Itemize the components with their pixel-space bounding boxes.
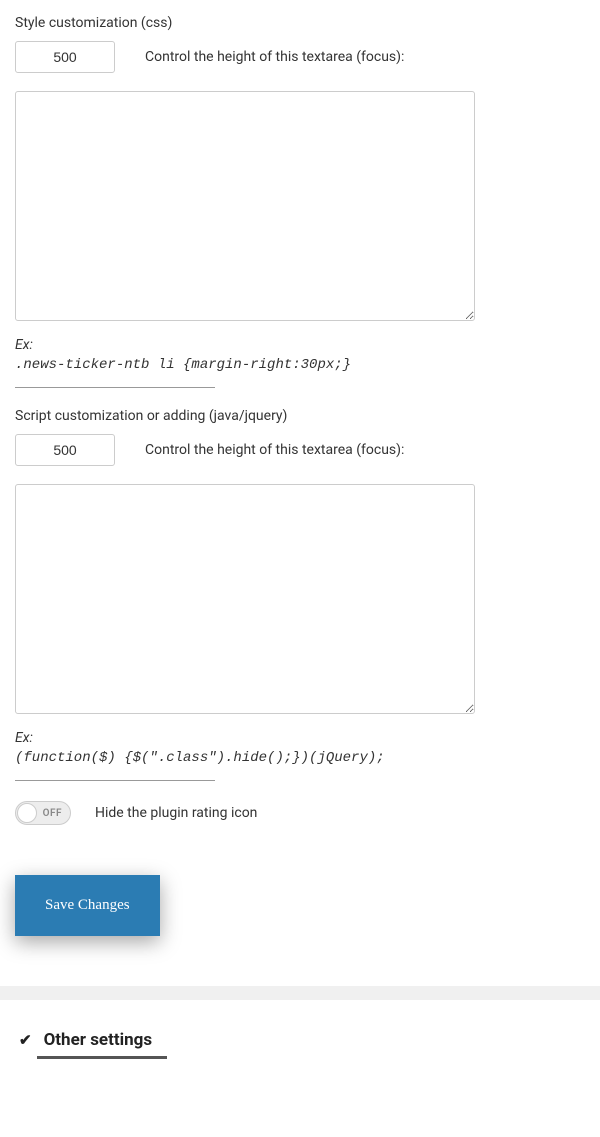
- save-changes-button[interactable]: Save Changes: [15, 875, 160, 936]
- divider: [15, 780, 215, 781]
- rating-toggle-row: OFF Hide the plugin rating icon: [15, 801, 585, 825]
- script-height-input[interactable]: [15, 434, 115, 466]
- script-textarea[interactable]: [15, 484, 475, 714]
- toggle-knob: [17, 803, 37, 823]
- hide-rating-toggle[interactable]: OFF: [15, 801, 71, 825]
- css-example-code: .news-ticker-ntb li {margin-right:30px;}: [15, 357, 585, 373]
- other-settings-title: Other settings: [44, 1030, 153, 1050]
- other-settings-header[interactable]: ✔ Other settings: [15, 1030, 585, 1050]
- toggle-state-text: OFF: [43, 808, 62, 819]
- divider: [15, 387, 215, 388]
- other-settings-underline: [37, 1056, 167, 1059]
- css-height-hint: Control the height of this textarea (foc…: [145, 49, 404, 65]
- css-customization-label: Style customization (css): [15, 15, 585, 31]
- script-example-label: Ex:: [15, 730, 585, 746]
- script-height-row: Control the height of this textarea (foc…: [15, 434, 585, 466]
- hide-rating-label: Hide the plugin rating icon: [95, 805, 257, 821]
- script-example-code: (function($) {$(".class").hide();})(jQue…: [15, 750, 585, 766]
- css-textarea[interactable]: [15, 91, 475, 321]
- script-height-hint: Control the height of this textarea (foc…: [145, 442, 404, 458]
- section-gap: [0, 986, 600, 1000]
- css-example-label: Ex:: [15, 337, 585, 353]
- script-customization-label: Script customization or adding (java/jqu…: [15, 408, 585, 424]
- check-icon: ✔: [19, 1031, 32, 1049]
- css-height-row: Control the height of this textarea (foc…: [15, 41, 585, 73]
- css-height-input[interactable]: [15, 41, 115, 73]
